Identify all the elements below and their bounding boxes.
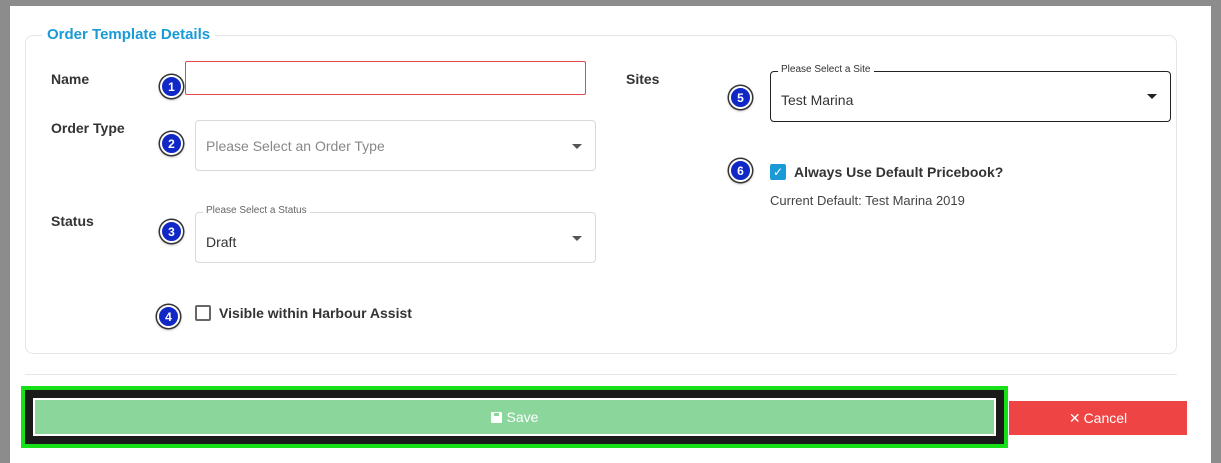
- times-icon: ✕: [1068, 409, 1081, 426]
- current-default-text: Current Default: Test Marina 2019: [770, 193, 965, 208]
- status-label: Status: [51, 213, 94, 229]
- cancel-button[interactable]: ✕ Cancel: [1009, 401, 1187, 435]
- step-badge-4: 4: [157, 305, 180, 328]
- step-badge-6: 6: [729, 159, 752, 182]
- name-input[interactable]: [185, 61, 586, 95]
- step-badge-3: 3: [160, 220, 183, 243]
- status-floating-label: Please Select a Status: [203, 205, 310, 216]
- order-type-select[interactable]: Please Select an Order Type: [195, 120, 596, 171]
- visible-checkbox[interactable]: [195, 305, 211, 321]
- status-select[interactable]: Please Select a Status Draft: [195, 205, 596, 263]
- footer-divider: [25, 374, 1177, 375]
- chevron-down-icon: [572, 144, 582, 149]
- order-type-label: Order Type: [51, 120, 125, 136]
- order-type-placeholder: Please Select an Order Type: [206, 138, 385, 154]
- step-badge-2: 2: [160, 132, 183, 155]
- step-badge-1: 1: [160, 75, 183, 98]
- sites-label: Sites: [626, 71, 660, 87]
- fieldset-legend: Order Template Details: [42, 26, 216, 43]
- sites-value: Test Marina: [781, 92, 854, 108]
- sites-select[interactable]: Please Select a Site Test Marina: [770, 64, 1171, 122]
- visible-checkbox-label: Visible within Harbour Assist: [219, 305, 412, 321]
- save-button[interactable]: Save: [33, 398, 996, 436]
- step-badge-5: 5: [729, 86, 752, 109]
- name-label: Name: [51, 71, 90, 87]
- check-icon: ✓: [772, 165, 784, 179]
- pricebook-checkbox-label: Always Use Default Pricebook?: [794, 164, 1004, 180]
- caret-down-icon: [1147, 94, 1157, 99]
- status-value: Draft: [206, 234, 237, 250]
- pricebook-checkbox[interactable]: ✓: [770, 164, 786, 180]
- sites-floating-label: Please Select a Site: [778, 64, 874, 75]
- floppy-disk-icon: [490, 411, 502, 423]
- save-label: Save: [506, 409, 539, 425]
- chevron-down-icon: [572, 236, 582, 241]
- cancel-label: Cancel: [1083, 410, 1128, 426]
